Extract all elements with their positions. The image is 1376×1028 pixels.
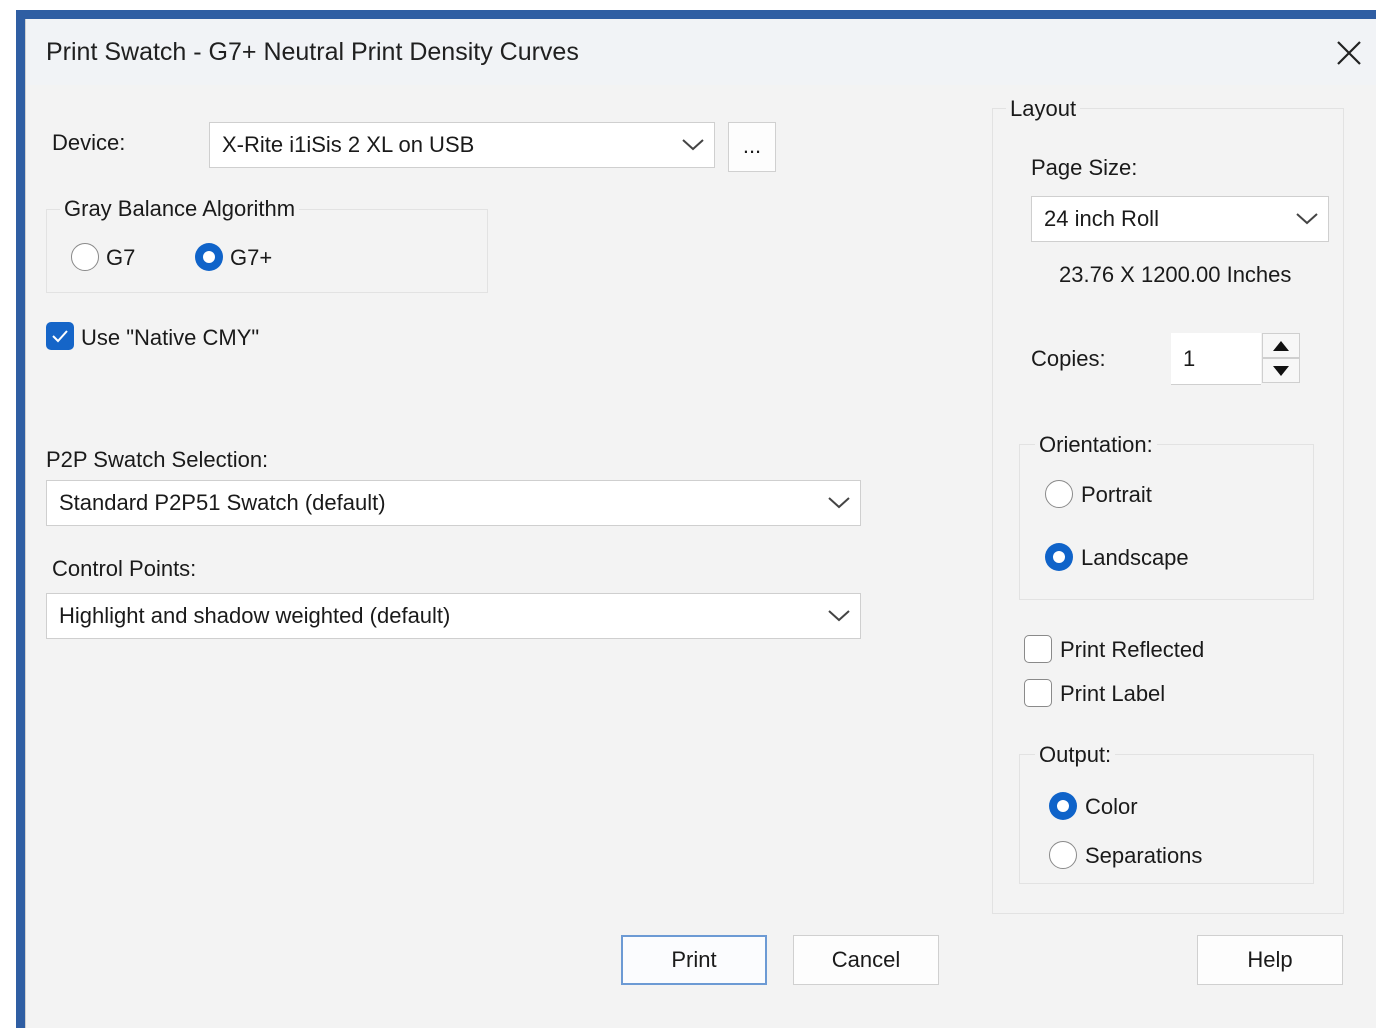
- print-label-label: Print Label: [1060, 681, 1166, 706]
- native-cmy-label: Use "Native CMY": [81, 325, 260, 350]
- swatch-selection-value: Standard P2P51 Swatch (default): [59, 490, 386, 515]
- chevron-down-icon: [826, 607, 852, 625]
- radio-separations-label: Separations: [1085, 843, 1203, 868]
- close-icon: [1337, 41, 1361, 65]
- print-reflected-label: Print Reflected: [1060, 637, 1205, 662]
- page-size-label: Page Size:: [1031, 155, 1138, 180]
- radio-landscape-label: Landscape: [1081, 545, 1189, 570]
- copies-value: 1: [1183, 345, 1196, 371]
- radio-g7[interactable]: [71, 243, 99, 271]
- control-points-label: Control Points:: [52, 556, 197, 581]
- window-frame-left: [16, 10, 25, 1028]
- radio-color[interactable]: [1049, 792, 1077, 820]
- layout-title: Layout: [1006, 96, 1081, 122]
- chevron-down-icon: [1294, 210, 1320, 228]
- copies-decrease-button[interactable]: [1262, 358, 1300, 383]
- control-points-dropdown[interactable]: Highlight and shadow weighted (default): [46, 593, 861, 639]
- gray-balance-title: Gray Balance Algorithm: [60, 196, 300, 222]
- control-points-value: Highlight and shadow weighted (default): [59, 603, 451, 628]
- dialog-title: Print Swatch - G7+ Neutral Print Density…: [46, 38, 579, 66]
- cancel-button[interactable]: Cancel: [793, 935, 939, 985]
- orientation-group: [1019, 444, 1314, 600]
- swatch-selection-dropdown[interactable]: Standard P2P51 Swatch (default): [46, 480, 861, 526]
- orientation-title: Orientation:: [1035, 432, 1157, 458]
- radio-portrait[interactable]: [1045, 480, 1073, 508]
- window-frame-top: [16, 10, 1376, 19]
- checkmark-icon: [52, 330, 68, 343]
- radio-portrait-label: Portrait: [1081, 482, 1152, 507]
- chevron-down-icon: [680, 136, 706, 154]
- page-size-dropdown[interactable]: 24 inch Roll: [1031, 196, 1329, 242]
- print-button[interactable]: Print: [621, 935, 767, 985]
- radio-g7-label: G7: [106, 245, 136, 270]
- radio-g7-plus[interactable]: [195, 243, 223, 271]
- native-cmy-checkbox[interactable]: [46, 322, 74, 350]
- arrow-up-icon: [1273, 341, 1289, 351]
- copies-increase-button[interactable]: [1262, 333, 1300, 358]
- radio-separations[interactable]: [1049, 841, 1077, 869]
- chevron-down-icon: [826, 494, 852, 512]
- radio-g7-plus-label: G7+: [230, 245, 273, 270]
- close-button[interactable]: [1328, 32, 1370, 74]
- title-bar: Print Swatch - G7+ Neutral Print Density…: [26, 19, 1376, 85]
- copies-label: Copies:: [1031, 346, 1106, 371]
- device-browse-button[interactable]: ...: [728, 122, 776, 172]
- arrow-down-icon: [1273, 366, 1289, 376]
- radio-landscape[interactable]: [1045, 543, 1073, 571]
- device-dropdown[interactable]: X-Rite i1iSis 2 XL on USB: [209, 122, 715, 168]
- print-swatch-dialog: Print Swatch - G7+ Neutral Print Density…: [25, 19, 1376, 1028]
- help-button[interactable]: Help: [1197, 935, 1343, 985]
- page-dimensions: 23.76 X 1200.00 Inches: [1059, 262, 1292, 287]
- output-title: Output:: [1035, 742, 1116, 768]
- device-value: X-Rite i1iSis 2 XL on USB: [222, 132, 475, 157]
- page-size-value: 24 inch Roll: [1044, 206, 1159, 231]
- radio-color-label: Color: [1085, 794, 1138, 819]
- swatch-selection-label: P2P Swatch Selection:: [46, 447, 269, 472]
- device-label: Device:: [52, 130, 126, 155]
- print-label-checkbox[interactable]: [1024, 679, 1052, 707]
- print-reflected-checkbox[interactable]: [1024, 635, 1052, 663]
- copies-input[interactable]: 1: [1171, 333, 1261, 385]
